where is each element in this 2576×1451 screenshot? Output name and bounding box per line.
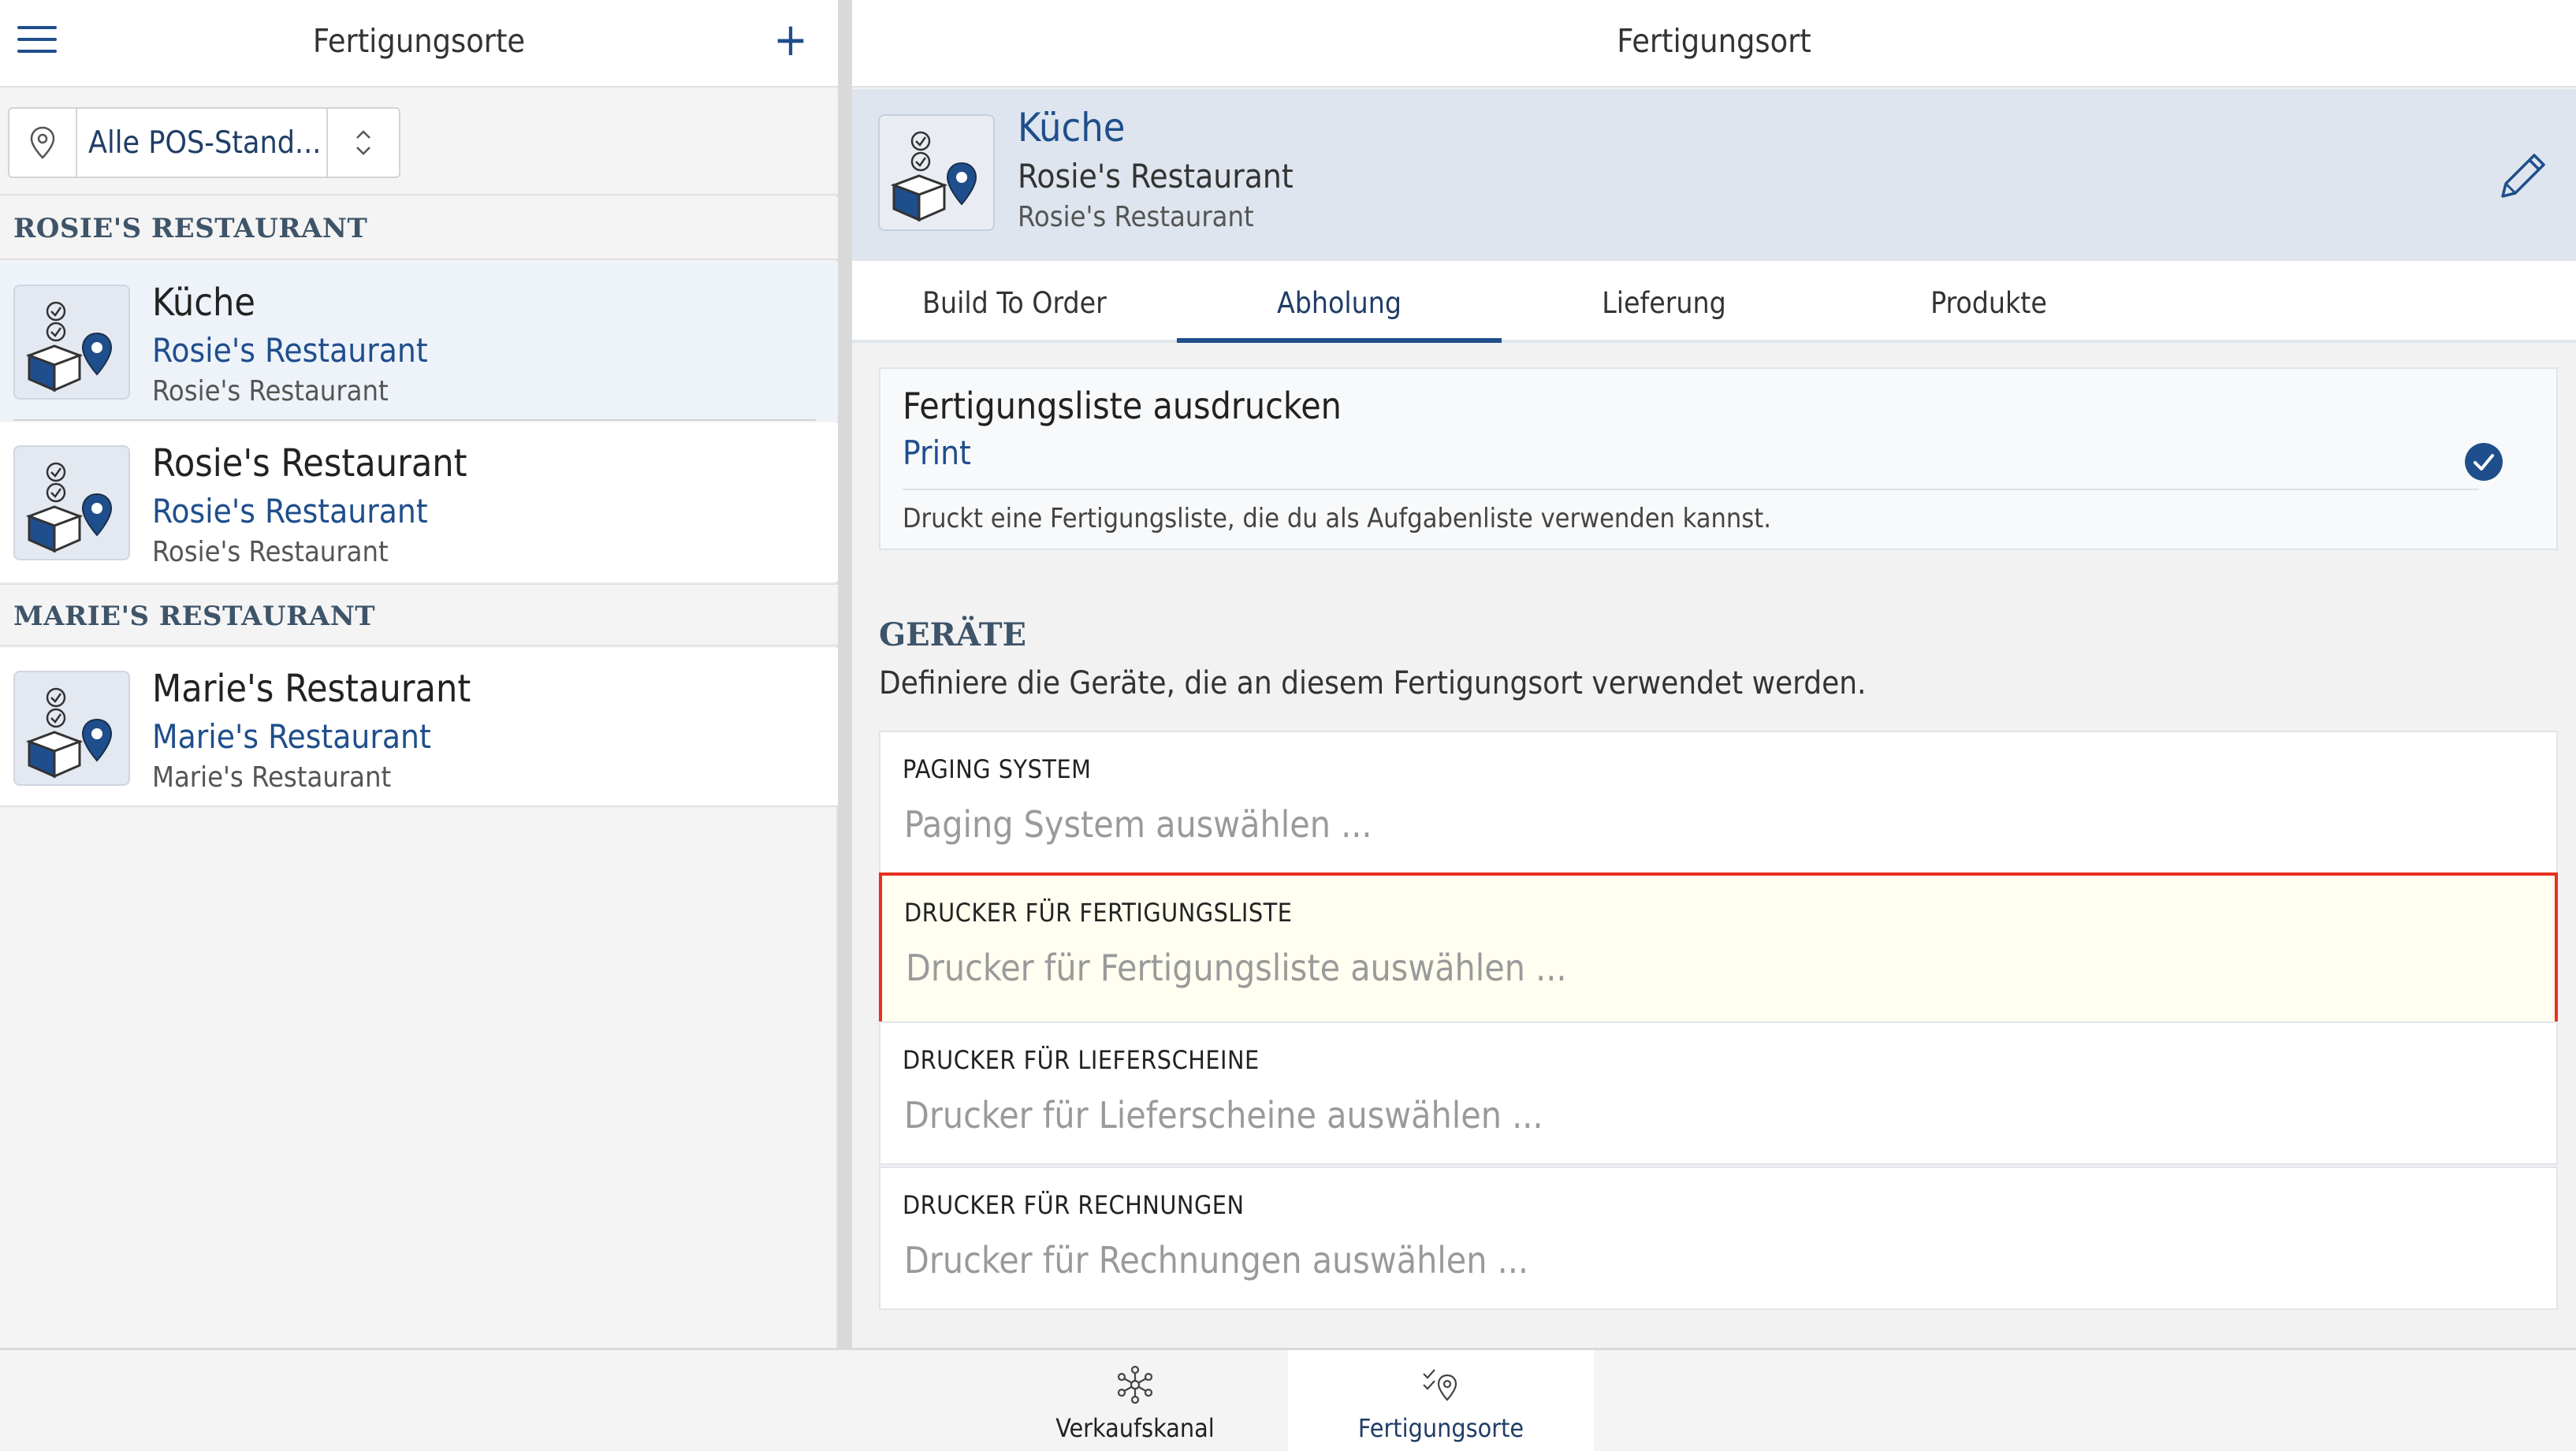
detail-title: Fertigungsort [1617,22,1811,60]
setting-description: Druckt eine Fertigungsliste, die du als … [903,503,1771,534]
setting-title: Fertigungsliste ausdrucken [903,385,1342,427]
group-label: MARIE'S RESTAURANT [0,583,838,646]
nav-label: Fertigungsorte [1357,1413,1524,1443]
field-placeholder: Drucker für Lieferscheine auswählen ... [904,1094,1543,1137]
filter-value: Alle POS-Stand... [88,125,322,161]
nav-verkaufskanal[interactable]: Verkaufskanal [982,1350,1288,1451]
field-label: DRUCKER FÜR LIEFERSCHEINE [903,1045,1260,1075]
invoice-printer-select[interactable]: DRUCKER FÜR RECHNUNGEN Drucker für Rechn… [879,1166,2558,1310]
field-label: PAGING SYSTEM [903,754,1092,784]
production-location-icon [13,285,130,400]
add-location-button[interactable]: + [771,17,810,65]
field-placeholder: Drucker für Fertigungsliste auswählen ..… [906,947,1567,989]
group-label: ROSIE'S RESTAURANT [0,197,838,260]
detail-header: Fertigungsort [852,0,2576,87]
setting-value: Print [903,433,971,472]
production-location-icon [13,671,130,786]
location-detail-pane: Fertigungsort Küche Rosie's Restaurant R [852,0,2576,1348]
item-subtitle: Rosie's Restaurant [152,492,428,530]
location-meta: Rosie's Restaurant [1018,201,1254,233]
list-title: Fertigungsorte [312,22,526,60]
detail-tabs: Build To Order Abholung Lieferung Produk… [852,261,2576,343]
location-summary: Küche Rosie's Restaurant Rosie's Restaur… [852,89,2576,261]
production-location-icon [878,114,995,231]
app-window: Fertigungsorte + Alle POS-Stand... ROSIE… [0,0,2576,1451]
item-subtitle: Marie's Restaurant [152,717,431,756]
filter-bar: Alle POS-Stand... [0,89,838,195]
pos-location-filter[interactable]: Alle POS-Stand... [8,107,400,178]
item-title: Marie's Restaurant [152,667,471,711]
location-name: Küche [1018,105,1126,151]
item-title: Rosie's Restaurant [152,441,467,486]
paging-system-select[interactable]: PAGING SYSTEM Paging System auswählen ..… [879,731,2558,874]
location-subtitle: Rosie's Restaurant [1018,157,1294,195]
map-pin-icon [9,109,77,177]
location-item-maries-restaurant[interactable]: Marie's Restaurant Marie's Restaurant Ma… [0,648,838,807]
pane-divider[interactable] [838,0,852,1348]
item-meta: Marie's Restaurant [152,761,392,794]
field-placeholder: Drucker für Rechnungen auswählen ... [904,1239,1529,1282]
chevron-up-down-icon[interactable] [326,109,399,177]
field-placeholder: Paging System auswählen ... [904,803,1372,846]
devices-section-title: GERÄTE [879,616,1026,653]
item-meta: Rosie's Restaurant [152,375,389,407]
item-subtitle: Rosie's Restaurant [152,331,428,370]
delivery-note-printer-select[interactable]: DRUCKER FÜR LIEFERSCHEINE Drucker für Li… [879,1021,2558,1165]
field-label: DRUCKER FÜR RECHNUNGEN [903,1190,1245,1220]
location-check-icon [1288,1364,1594,1405]
divider [13,419,816,421]
snowflake-network-icon [982,1364,1288,1405]
production-list-printer-select[interactable]: DRUCKER FÜR FERTIGUNGSLISTE Drucker für … [879,872,2558,1027]
divider [903,489,2479,490]
item-meta: Rosie's Restaurant [152,536,389,568]
tab-build-to-order[interactable]: Build To Order [852,261,1177,343]
nav-fertigungsorte[interactable]: Fertigungsorte [1288,1350,1594,1451]
production-location-icon [13,445,130,560]
item-title: Küche [152,281,255,325]
locations-list-pane: Fertigungsorte + Alle POS-Stand... ROSIE… [0,0,838,1348]
tab-produkte[interactable]: Produkte [1826,261,2151,343]
checkmark-icon[interactable] [2465,443,2503,481]
nav-label: Verkaufskanal [1055,1413,1215,1443]
tab-lieferung[interactable]: Lieferung [1502,261,1826,343]
list-header: Fertigungsorte + [0,0,838,87]
devices-section-subtitle: Definiere die Geräte, die an diesem Fert… [879,665,1867,701]
field-label: DRUCKER FÜR FERTIGUNGSLISTE [904,898,1293,928]
pencil-icon[interactable] [2492,144,2555,207]
tab-abholung[interactable]: Abholung [1177,261,1502,343]
bottom-nav: Verkaufskanal Fertigungsorte [0,1348,2576,1451]
print-production-list-setting[interactable]: Fertigungsliste ausdrucken Print Druckt … [879,367,2558,550]
location-item-kueche[interactable]: Küche Rosie's Restaurant Rosie's Restaur… [0,262,838,421]
location-item-rosies-restaurant[interactable]: Rosie's Restaurant Rosie's Restaurant Ro… [0,422,838,582]
